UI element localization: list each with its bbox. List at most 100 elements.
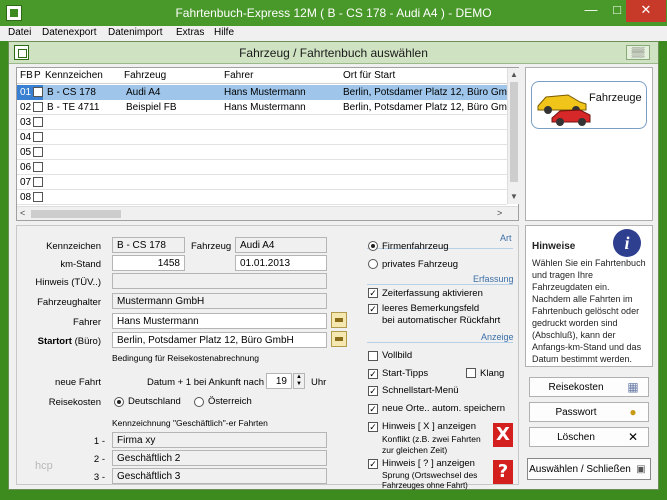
vollbild-label: Vollbild <box>382 350 413 361</box>
bemerkung-label-2: bei automatischer Rückfahrt <box>382 315 501 326</box>
table-row[interactable]: 02 B - TE 4711 Beispiel FB Hans Musterma… <box>17 100 507 115</box>
zeiterfassung-checkbox[interactable]: ✓ <box>368 288 378 298</box>
hinweis-x-label: Hinweis [ X ] anzeigen <box>382 421 476 432</box>
dialog-titlebar[interactable]: Fahrzeug / Fahrtenbuch auswählen ▒▒ <box>9 42 658 64</box>
gesch-3-field[interactable]: Geschäftlich 3 <box>112 468 327 484</box>
row-checkbox[interactable] <box>33 102 43 112</box>
menu-hilfe[interactable]: Hilfe <box>214 27 234 38</box>
hinweis-x-checkbox[interactable]: ✓ <box>368 422 378 432</box>
loeschen-button[interactable]: Löschen ✕ <box>529 427 649 447</box>
startort-field[interactable]: Berlin, Potsdamer Platz 12, Büro GmbH <box>112 332 327 348</box>
hinweis-q-sub1: Sprung (Ortswechsel des <box>382 470 478 480</box>
vehicle-dialog: Fahrzeug / Fahrtenbuch auswählen ▒▒ FB P… <box>8 41 659 490</box>
table-row[interactable]: 04 <box>17 130 507 145</box>
fahrer-picker-icon[interactable] <box>331 312 347 328</box>
passwort-button[interactable]: Passwort ● <box>529 402 649 422</box>
row-checkbox[interactable] <box>33 162 43 172</box>
hinweis-x-sub2: zur gleichen Zeit) <box>382 445 448 455</box>
menu-extras[interactable]: Extras <box>176 27 204 38</box>
radio-firmenfahrzeug[interactable] <box>368 241 378 251</box>
kennzeichen-field[interactable]: B - CS 178 <box>112 237 185 253</box>
grid-header: FB P Kennzeichen Fahrzeug Fahrer Ort für… <box>17 68 518 84</box>
close-window-icon: ▣ <box>636 464 646 475</box>
app-window: Fahrtenbuch-Express 12M ( B - CS 178 - A… <box>0 0 667 500</box>
menu-datenexport[interactable]: Datenexport <box>42 27 96 38</box>
bemerkung-checkbox[interactable]: ✓ <box>368 304 378 314</box>
startort-label-row: Startort (Büro) <box>17 336 101 347</box>
minimize-icon[interactable]: — <box>578 0 604 22</box>
reisekosten-button[interactable]: Reisekosten ▦ <box>529 377 649 397</box>
row-checkbox[interactable] <box>33 147 43 157</box>
col-fahrer[interactable]: Fahrer <box>224 70 253 81</box>
hint-panel: i Hinweise Wählen Sie ein Fahrtenbuch un… <box>525 225 653 367</box>
col-fahrzeug[interactable]: Fahrzeug <box>124 70 166 81</box>
gesch-1-field[interactable]: Firma xy <box>112 432 327 448</box>
neue-orte-checkbox[interactable]: ✓ <box>368 404 378 414</box>
dialog-title: Fahrzeug / Fahrtenbuch auswählen <box>239 46 428 60</box>
fahrzeug-label: Fahrzeug <box>191 241 232 252</box>
hinweis-field[interactable] <box>112 273 327 289</box>
row-checkbox[interactable] <box>33 177 43 187</box>
zeiterfassung-label: Zeiterfassung aktivieren <box>382 288 483 299</box>
row-checkbox[interactable] <box>33 192 43 202</box>
schnellstart-checkbox[interactable]: ✓ <box>368 386 378 396</box>
gesch-2-field[interactable]: Geschäftlich 2 <box>112 450 327 466</box>
scroll-thumb[interactable] <box>510 82 518 182</box>
row-checkbox[interactable] <box>33 87 43 97</box>
dialog-close-icon[interactable]: ▒▒ <box>626 45 650 60</box>
col-fb[interactable]: FB <box>20 70 33 81</box>
table-row[interactable]: 06 <box>17 160 507 175</box>
jump-question-icon: ? <box>493 460 513 484</box>
table-row[interactable]: 01 B - CS 178 Audi A4 Hans Mustermann Be… <box>17 85 507 100</box>
scroll-down-icon[interactable]: ▼ <box>510 192 518 201</box>
window-titlebar[interactable]: Fahrtenbuch-Express 12M ( B - CS 178 - A… <box>0 0 667 26</box>
table-row[interactable]: 05 <box>17 145 507 160</box>
startort-label: Startort <box>37 336 72 347</box>
startort-picker-icon[interactable] <box>331 331 347 347</box>
menu-datenimport[interactable]: Datenimport <box>108 27 162 38</box>
close-icon[interactable]: ✕ <box>626 0 666 22</box>
hint-text: Wählen Sie ein Fahrtenbuch und tragen Ih… <box>532 258 646 364</box>
col-kennzeichen[interactable]: Kennzeichen <box>45 70 103 81</box>
hinweis-q-checkbox[interactable]: ✓ <box>368 459 378 469</box>
halter-field[interactable]: Mustermann GmbH <box>112 293 327 309</box>
scroll-up-icon[interactable]: ▲ <box>510 70 518 79</box>
fahrzeuge-card[interactable]: Fahrzeuge <box>531 81 647 129</box>
vehicle-grid: FB P Kennzeichen Fahrzeug Fahrer Ort für… <box>16 67 519 221</box>
fahrer-field[interactable]: Hans Mustermann <box>112 313 327 329</box>
row-checkbox[interactable] <box>33 117 43 127</box>
vehicle-form: Kennzeichen B - CS 178 Fahrzeug Audi A4 … <box>16 225 519 490</box>
row-checkbox[interactable] <box>33 132 43 142</box>
starttipps-checkbox[interactable]: ✓ <box>368 369 378 379</box>
table-row[interactable]: 03 <box>17 115 507 130</box>
kmstand-field[interactable]: 1458 <box>112 255 185 271</box>
deutschland-label: Deutschland <box>128 396 181 407</box>
uhr-field[interactable]: 19 <box>266 373 292 389</box>
table-row[interactable]: 08 <box>17 190 507 205</box>
scroll-left-icon[interactable]: < <box>20 208 25 218</box>
vollbild-checkbox[interactable] <box>368 351 378 361</box>
fahrer-label: Fahrer <box>73 317 101 328</box>
calculator-icon: ▦ <box>627 380 639 394</box>
radio-privates-fahrzeug[interactable] <box>368 259 378 269</box>
schnellstart-label: Schnellstart-Menü <box>382 385 459 396</box>
uhr-stepper[interactable]: ▲ ▼ <box>293 373 305 389</box>
radio-deutschland[interactable] <box>114 397 124 407</box>
grid-vertical-scrollbar[interactable]: ▲ ▼ <box>507 68 519 204</box>
scroll-right-icon[interactable]: > <box>497 208 502 218</box>
art-section-label: Art <box>500 233 512 243</box>
uhr-label: Uhr <box>311 377 327 388</box>
radio-oesterreich[interactable] <box>194 397 204 407</box>
auswaehlen-schliessen-button[interactable]: Auswählen / Schließen ▣ <box>527 458 651 480</box>
col-ort[interactable]: Ort für Start <box>343 70 395 81</box>
window-title: Fahrtenbuch-Express 12M ( B - CS 178 - A… <box>175 6 492 20</box>
fahrzeug-field[interactable]: Audi A4 <box>235 237 327 253</box>
table-row[interactable]: 07 <box>17 175 507 190</box>
grid-horizontal-scrollbar[interactable]: < > <box>17 206 518 220</box>
col-p[interactable]: P <box>34 70 41 81</box>
passwort-button-label: Passwort <box>555 407 597 418</box>
menu-datei[interactable]: Datei <box>8 27 31 38</box>
scroll-thumb[interactable] <box>31 210 121 218</box>
datum-field[interactable]: 01.01.2013 <box>235 255 327 271</box>
klang-checkbox[interactable] <box>466 368 476 378</box>
